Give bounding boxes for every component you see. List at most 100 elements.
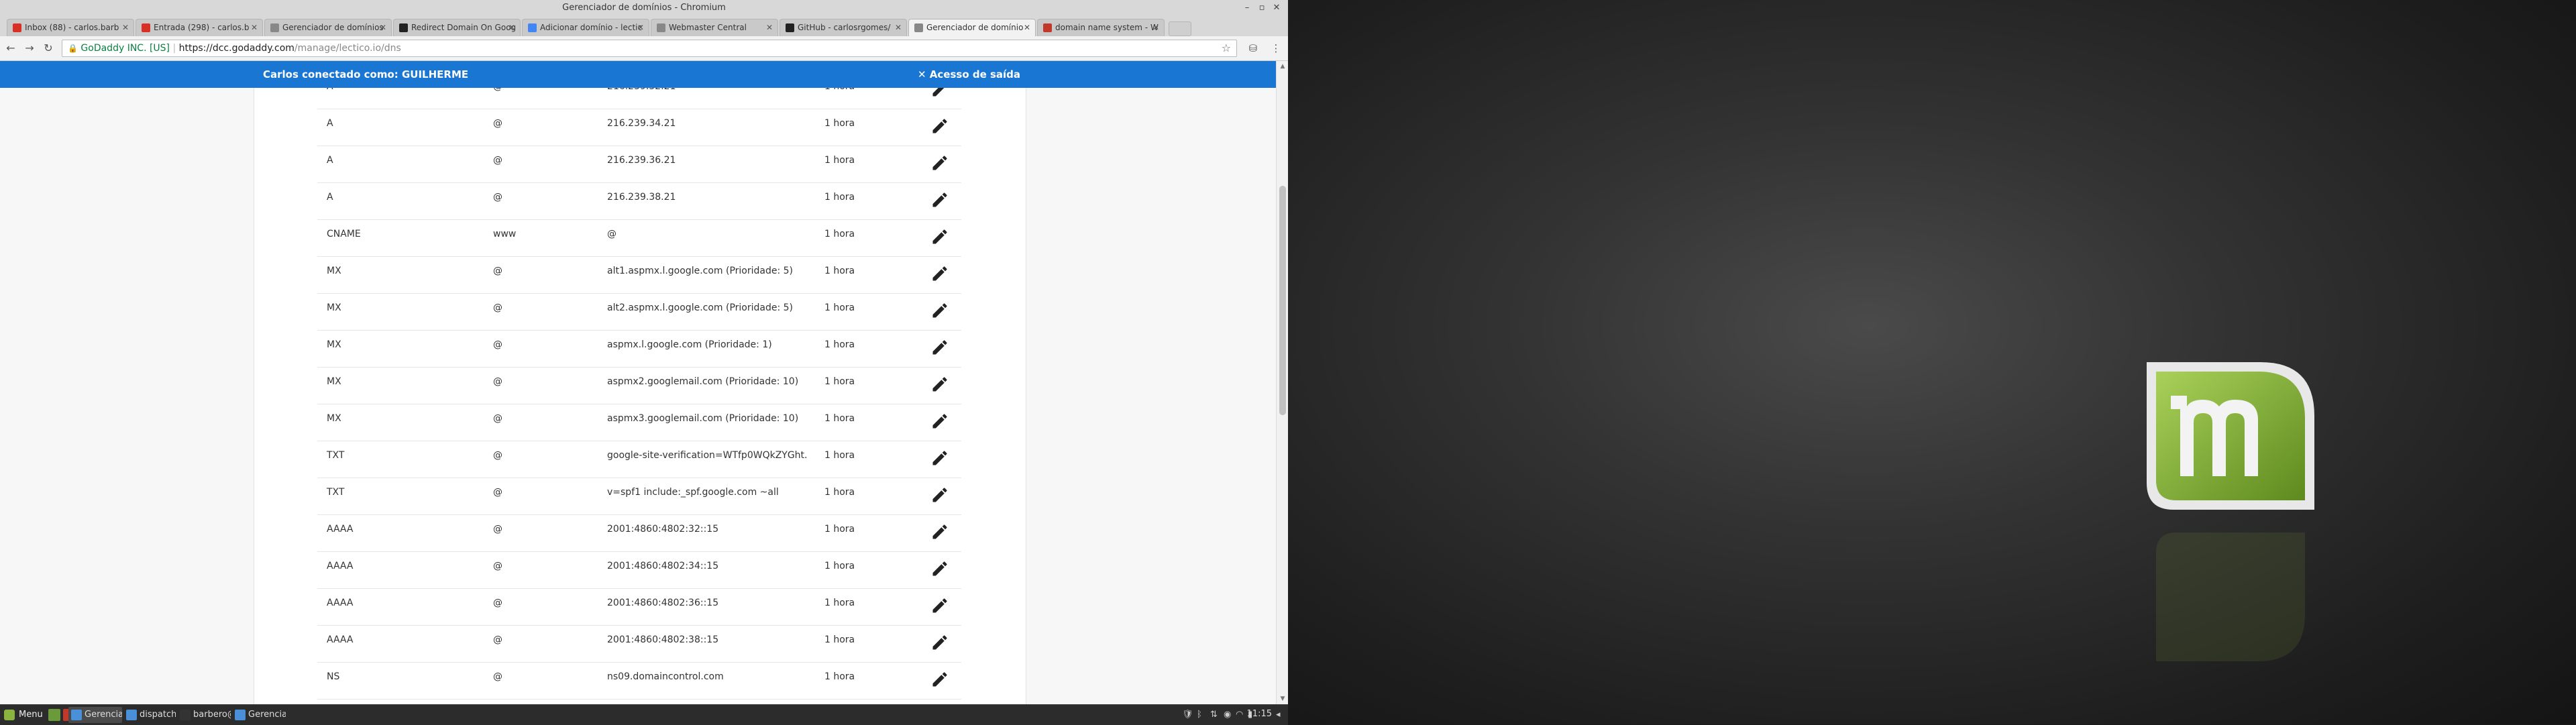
page-content: A @216.239.32.21 1 hora A @216.239.34.21 1 ho… bbox=[0, 88, 1276, 704]
edit-pencil-icon[interactable] bbox=[930, 190, 949, 209]
tab-label: Entrada (298) - carlos.b bbox=[154, 23, 250, 32]
edit-pencil-icon[interactable] bbox=[930, 559, 949, 578]
edit-pencil-icon[interactable] bbox=[930, 227, 949, 246]
dns-record-row: MX @ alt2.aspmx.l.google.com (Prioridade: … bbox=[317, 293, 961, 331]
record-type: AAAA bbox=[327, 598, 354, 608]
taskbar-window-button[interactable]: Gerenciador de dom... bbox=[232, 707, 286, 723]
minimize-icon[interactable]: – bbox=[1241, 2, 1253, 14]
forward-icon[interactable]: → bbox=[23, 42, 36, 55]
desktop-background bbox=[1288, 0, 2576, 724]
edit-pencil-icon[interactable] bbox=[930, 338, 949, 357]
browser-tab[interactable]: Gerenciador de domínios ✕ bbox=[264, 19, 392, 36]
record-name: @ bbox=[493, 413, 502, 424]
taskbar-window-button[interactable]: Gerenciador de dom... bbox=[68, 707, 122, 723]
edit-pencil-icon[interactable] bbox=[930, 88, 949, 99]
tab-label: GitHub - carlosrgomes/ bbox=[798, 23, 891, 32]
record-value: alt1.aspmx.l.google.com (Prioridade: 5) bbox=[607, 266, 794, 276]
tab-close-icon[interactable]: ✕ bbox=[637, 19, 644, 36]
record-name: @ bbox=[493, 302, 502, 313]
browser-tab[interactable]: domain name system - W ✕ bbox=[1037, 19, 1165, 36]
linux-mint-logo-reflection bbox=[2156, 533, 2305, 661]
record-value: 2001:4860:4802:34::15 bbox=[607, 561, 719, 571]
record-value: google-site-verification=WTfp0WQkZYGht..… bbox=[607, 450, 808, 461]
tab-close-icon[interactable]: ✕ bbox=[766, 19, 773, 36]
record-type: AAAA bbox=[327, 561, 354, 571]
network-icon[interactable]: ⇅ bbox=[1210, 709, 1218, 721]
dns-record-row: MX @ aspmx3.googlemail.com (Prioridade: 10… bbox=[317, 404, 961, 441]
tab-close-icon[interactable]: ✕ bbox=[380, 19, 386, 36]
record-ttl: 1 hora bbox=[824, 229, 855, 239]
url-path: /manage/lectico.io/dns bbox=[294, 43, 401, 54]
edit-pencil-icon[interactable] bbox=[930, 670, 949, 689]
close-icon[interactable]: ✕ bbox=[1271, 2, 1283, 14]
bookmark-star-icon[interactable]: ☆ bbox=[1222, 40, 1231, 56]
user-icon[interactable]: ◉ bbox=[1224, 709, 1231, 721]
new-tab-button[interactable] bbox=[1169, 21, 1191, 36]
dns-records-card: A @216.239.32.21 1 hora A @216.239.34.21 1 ho… bbox=[254, 88, 1026, 704]
record-type: TXT bbox=[327, 487, 345, 498]
taskbar: Menu Gerenciador de dom... dispatch.yaml … bbox=[0, 704, 1288, 725]
tab-close-icon[interactable]: ✕ bbox=[122, 19, 129, 36]
edit-pencil-icon[interactable] bbox=[930, 117, 949, 135]
taskbar-window-button[interactable]: barbero@barbero ~/... bbox=[177, 707, 231, 723]
edit-pencil-icon[interactable] bbox=[930, 633, 949, 652]
tab-label: Inbox (88) - carlos.barb bbox=[25, 23, 119, 32]
tab-label: Gerenciador de domínio bbox=[926, 23, 1024, 32]
edit-pencil-icon[interactable] bbox=[930, 596, 949, 615]
exit-session-button[interactable]: ✕ Acesso de saída bbox=[918, 68, 1020, 80]
tab-close-icon[interactable]: ✕ bbox=[251, 19, 258, 36]
tab-close-icon[interactable]: ✕ bbox=[1152, 19, 1159, 36]
record-name: @ bbox=[493, 634, 502, 645]
browser-tab[interactable]: GitHub - carlosrgomes/ ✕ bbox=[780, 19, 907, 36]
bluetooth-icon[interactable]: ᛒ bbox=[1197, 709, 1202, 721]
record-ttl: 1 hora bbox=[824, 266, 855, 276]
edit-pencil-icon[interactable] bbox=[930, 154, 949, 172]
github-icon bbox=[786, 23, 794, 32]
edit-pencil-icon[interactable] bbox=[930, 264, 949, 283]
edit-pencil-icon[interactable] bbox=[930, 486, 949, 504]
record-name: @ bbox=[493, 88, 502, 92]
mint-menu-icon bbox=[4, 710, 15, 720]
browser-tab[interactable]: Gerenciador de domínio ✕ bbox=[908, 19, 1036, 36]
record-value: v=spf1 include:_spf.google.com ~all bbox=[607, 487, 779, 498]
back-icon[interactable]: ← bbox=[4, 42, 17, 55]
browser-tab[interactable]: Adicionar domínio - lectic ✕ bbox=[522, 19, 649, 36]
volume-icon[interactable]: ◂ bbox=[1276, 709, 1281, 721]
tab-close-icon[interactable]: ✕ bbox=[508, 19, 515, 36]
edit-pencil-icon[interactable] bbox=[930, 375, 949, 394]
record-name: @ bbox=[493, 561, 502, 571]
browser-tab[interactable]: Webmaster Central ✕ bbox=[651, 19, 778, 36]
taskbar-window-button[interactable]: dispatch.yaml - lecti... bbox=[123, 707, 176, 723]
browser-tab[interactable]: Redirect Domain On Goog ✕ bbox=[393, 19, 521, 36]
address-bar[interactable]: 🔒 GoDaddy INC. [US] | https://dcc.godadd… bbox=[62, 40, 1237, 57]
shield-icon[interactable]: 🛡 bbox=[1182, 709, 1193, 721]
record-name: @ bbox=[493, 598, 502, 608]
exit-session-label: Acesso de saída bbox=[929, 68, 1021, 80]
tab-label: Gerenciador de domínios bbox=[282, 23, 384, 32]
record-ttl: 1 hora bbox=[824, 302, 855, 313]
browser-tab[interactable]: Entrada (298) - carlos.b ✕ bbox=[136, 19, 263, 36]
menu-dots-icon[interactable]: ⋮ bbox=[1269, 42, 1283, 55]
taskbar-window-label: barbero@barbero ~/... bbox=[193, 710, 231, 720]
maximize-icon[interactable]: ▫ bbox=[1256, 2, 1268, 14]
dns-record-row: AAAA @2001:4860:4802:38::15 1 hora bbox=[317, 625, 961, 663]
show-desktop-icon[interactable] bbox=[48, 709, 60, 721]
scrollbar-thumb[interactable] bbox=[1279, 186, 1286, 415]
wifi-icon[interactable]: ◠ bbox=[1236, 709, 1243, 721]
record-name: @ bbox=[493, 524, 502, 535]
scroll-up-icon[interactable]: ▲ bbox=[1279, 63, 1286, 70]
scroll-down-icon[interactable]: ▼ bbox=[1279, 695, 1286, 702]
browser-tab[interactable]: Inbox (88) - carlos.barb ✕ bbox=[7, 19, 134, 36]
tab-close-icon[interactable]: ✕ bbox=[1024, 19, 1030, 36]
edit-pencil-icon[interactable] bbox=[930, 301, 949, 320]
edit-pencil-icon[interactable] bbox=[930, 522, 949, 541]
page-scrollbar[interactable]: ▲ ▼ bbox=[1276, 61, 1288, 704]
record-type: A bbox=[327, 192, 333, 203]
edit-pencil-icon[interactable] bbox=[930, 449, 949, 467]
extension-icon[interactable]: ⛁ bbox=[1246, 42, 1260, 55]
tab-close-icon[interactable]: ✕ bbox=[895, 19, 902, 36]
edit-pencil-icon[interactable] bbox=[930, 412, 949, 431]
reload-icon[interactable]: ↻ bbox=[42, 42, 55, 55]
start-menu-button[interactable]: Menu bbox=[4, 708, 43, 722]
window-app-icon bbox=[71, 710, 82, 720]
